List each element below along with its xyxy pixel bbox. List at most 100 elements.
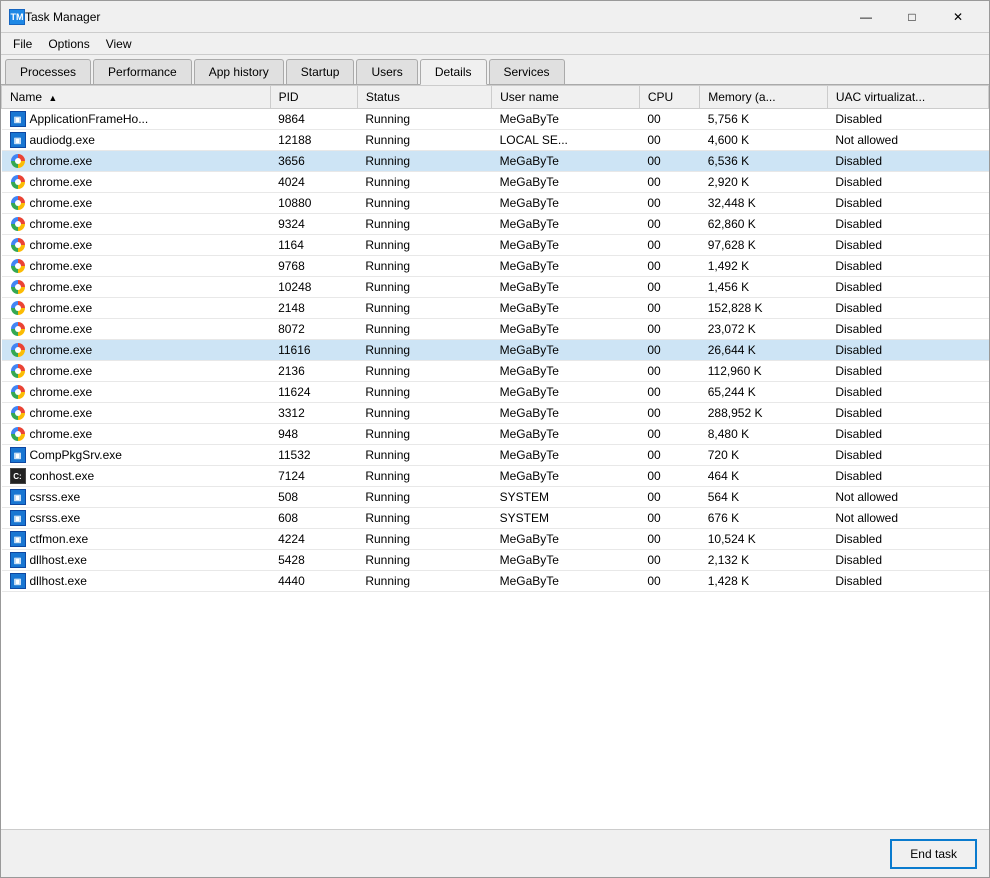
table-row[interactable]: chrome.exe 10248 Running MeGaByTe 00 1,4… bbox=[2, 277, 989, 298]
chrome-icon bbox=[10, 384, 26, 400]
table-row[interactable]: C:conhost.exe 7124 Running MeGaByTe 00 4… bbox=[2, 466, 989, 487]
col-header-name[interactable]: Name ▲ bbox=[2, 86, 271, 109]
tabs-bar: Processes Performance App history Startu… bbox=[1, 55, 989, 85]
menu-view[interactable]: View bbox=[98, 35, 140, 53]
col-header-user[interactable]: User name bbox=[492, 86, 640, 109]
cell-status: Running bbox=[357, 382, 491, 403]
cell-user: MeGaByTe bbox=[492, 445, 640, 466]
table-row[interactable]: chrome.exe 948 Running MeGaByTe 00 8,480… bbox=[2, 424, 989, 445]
cell-user: MeGaByTe bbox=[492, 256, 640, 277]
cell-pid: 5428 bbox=[270, 550, 357, 571]
cell-cpu: 00 bbox=[639, 571, 699, 592]
table-row[interactable]: chrome.exe 4024 Running MeGaByTe 00 2,92… bbox=[2, 172, 989, 193]
cell-uac: Disabled bbox=[827, 424, 988, 445]
table-row[interactable]: chrome.exe 11624 Running MeGaByTe 00 65,… bbox=[2, 382, 989, 403]
cell-uac: Not allowed bbox=[827, 508, 988, 529]
cell-status: Running bbox=[357, 466, 491, 487]
cell-memory: 152,828 K bbox=[700, 298, 828, 319]
cell-memory: 26,644 K bbox=[700, 340, 828, 361]
cell-pid: 1164 bbox=[270, 235, 357, 256]
table-row[interactable]: chrome.exe 1164 Running MeGaByTe 00 97,6… bbox=[2, 235, 989, 256]
cell-pid: 11616 bbox=[270, 340, 357, 361]
cell-memory: 564 K bbox=[700, 487, 828, 508]
cell-status: Running bbox=[357, 277, 491, 298]
cmd-icon: C: bbox=[10, 468, 26, 484]
cell-cpu: 00 bbox=[639, 424, 699, 445]
table-row[interactable]: chrome.exe 11616 Running MeGaByTe 00 26,… bbox=[2, 340, 989, 361]
table-row[interactable]: chrome.exe 10880 Running MeGaByTe 00 32,… bbox=[2, 193, 989, 214]
table-row[interactable]: chrome.exe 9768 Running MeGaByTe 00 1,49… bbox=[2, 256, 989, 277]
cell-memory: 1,492 K bbox=[700, 256, 828, 277]
table-row[interactable]: chrome.exe 9324 Running MeGaByTe 00 62,8… bbox=[2, 214, 989, 235]
col-header-pid[interactable]: PID bbox=[270, 86, 357, 109]
table-row[interactable]: ▣ctfmon.exe 4224 Running MeGaByTe 00 10,… bbox=[2, 529, 989, 550]
chrome-icon bbox=[10, 153, 26, 169]
sort-arrow-name: ▲ bbox=[48, 93, 57, 103]
close-button[interactable]: ✕ bbox=[935, 1, 981, 33]
cell-uac: Disabled bbox=[827, 214, 988, 235]
cell-name: chrome.exe bbox=[2, 424, 271, 445]
table-row[interactable]: ▣dllhost.exe 5428 Running MeGaByTe 00 2,… bbox=[2, 550, 989, 571]
cell-name: chrome.exe bbox=[2, 256, 271, 277]
cell-cpu: 00 bbox=[639, 172, 699, 193]
cell-cpu: 00 bbox=[639, 277, 699, 298]
cell-pid: 7124 bbox=[270, 466, 357, 487]
cell-status: Running bbox=[357, 193, 491, 214]
end-task-button[interactable]: End task bbox=[890, 839, 977, 869]
cell-uac: Disabled bbox=[827, 550, 988, 571]
cell-memory: 1,456 K bbox=[700, 277, 828, 298]
table-row[interactable]: ▣csrss.exe 508 Running SYSTEM 00 564 K N… bbox=[2, 487, 989, 508]
process-table-container[interactable]: Name ▲ PID Status User name CPU Memory (… bbox=[1, 85, 989, 829]
cell-uac: Disabled bbox=[827, 340, 988, 361]
tab-performance[interactable]: Performance bbox=[93, 59, 192, 84]
maximize-button[interactable]: □ bbox=[889, 1, 935, 33]
title-bar: TM Task Manager — □ ✕ bbox=[1, 1, 989, 33]
cell-cpu: 00 bbox=[639, 382, 699, 403]
cell-name: chrome.exe bbox=[2, 319, 271, 340]
cell-memory: 23,072 K bbox=[700, 319, 828, 340]
menu-options[interactable]: Options bbox=[40, 35, 97, 53]
cell-user: MeGaByTe bbox=[492, 529, 640, 550]
cell-cpu: 00 bbox=[639, 193, 699, 214]
cell-user: MeGaByTe bbox=[492, 235, 640, 256]
table-row[interactable]: ▣csrss.exe 608 Running SYSTEM 00 676 K N… bbox=[2, 508, 989, 529]
cell-status: Running bbox=[357, 424, 491, 445]
cell-uac: Not allowed bbox=[827, 130, 988, 151]
table-row[interactable]: ▣ApplicationFrameHo... 9864 Running MeGa… bbox=[2, 109, 989, 130]
app-icon: ▣ bbox=[10, 510, 26, 526]
cell-user: MeGaByTe bbox=[492, 298, 640, 319]
table-row[interactable]: chrome.exe 3312 Running MeGaByTe 00 288,… bbox=[2, 403, 989, 424]
table-row[interactable]: chrome.exe 2136 Running MeGaByTe 00 112,… bbox=[2, 361, 989, 382]
cell-user: MeGaByTe bbox=[492, 382, 640, 403]
cell-uac: Not allowed bbox=[827, 487, 988, 508]
tab-processes[interactable]: Processes bbox=[5, 59, 91, 84]
process-table: Name ▲ PID Status User name CPU Memory (… bbox=[1, 85, 989, 592]
col-header-uac[interactable]: UAC virtualizat... bbox=[827, 86, 988, 109]
tab-details[interactable]: Details bbox=[420, 59, 487, 85]
minimize-button[interactable]: — bbox=[843, 1, 889, 33]
cell-cpu: 00 bbox=[639, 130, 699, 151]
cell-memory: 112,960 K bbox=[700, 361, 828, 382]
table-row[interactable]: ▣dllhost.exe 4440 Running MeGaByTe 00 1,… bbox=[2, 571, 989, 592]
table-row[interactable]: chrome.exe 3656 Running MeGaByTe 00 6,53… bbox=[2, 151, 989, 172]
cell-cpu: 00 bbox=[639, 361, 699, 382]
tab-app-history[interactable]: App history bbox=[194, 59, 284, 84]
cell-memory: 65,244 K bbox=[700, 382, 828, 403]
menu-file[interactable]: File bbox=[5, 35, 40, 53]
cell-memory: 464 K bbox=[700, 466, 828, 487]
table-row[interactable]: chrome.exe 2148 Running MeGaByTe 00 152,… bbox=[2, 298, 989, 319]
chrome-icon bbox=[10, 321, 26, 337]
tab-users[interactable]: Users bbox=[356, 59, 417, 84]
table-row[interactable]: chrome.exe 8072 Running MeGaByTe 00 23,0… bbox=[2, 319, 989, 340]
cell-user: MeGaByTe bbox=[492, 172, 640, 193]
table-row[interactable]: ▣audiodg.exe 12188 Running LOCAL SE... 0… bbox=[2, 130, 989, 151]
col-header-status[interactable]: Status bbox=[357, 86, 491, 109]
tab-services[interactable]: Services bbox=[489, 59, 565, 84]
cell-status: Running bbox=[357, 508, 491, 529]
tab-startup[interactable]: Startup bbox=[286, 59, 355, 84]
cell-uac: Disabled bbox=[827, 235, 988, 256]
col-header-cpu[interactable]: CPU bbox=[639, 86, 699, 109]
table-row[interactable]: ▣CompPkgSrv.exe 11532 Running MeGaByTe 0… bbox=[2, 445, 989, 466]
cell-name: C:conhost.exe bbox=[2, 466, 271, 487]
col-header-mem[interactable]: Memory (a... bbox=[700, 86, 828, 109]
